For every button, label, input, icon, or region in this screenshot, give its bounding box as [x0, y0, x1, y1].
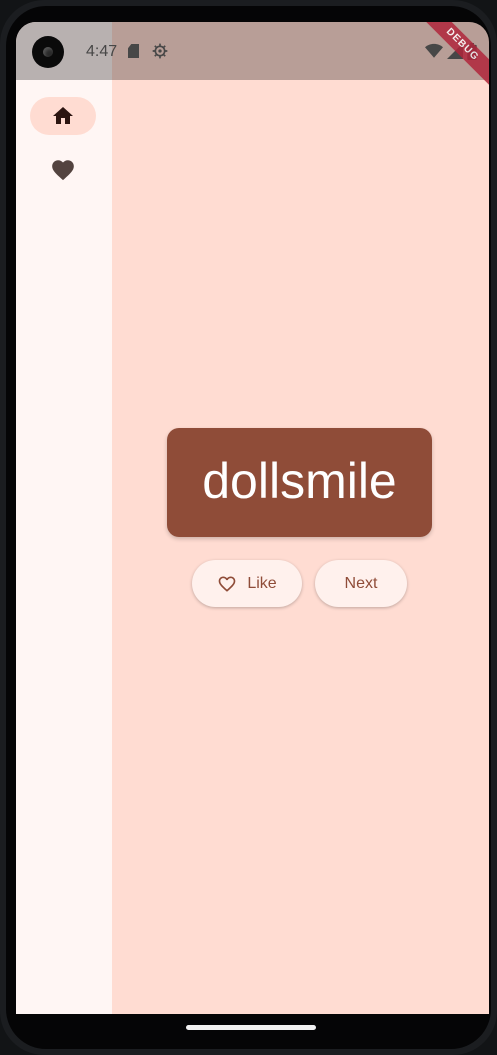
- home-gesture-bar[interactable]: [186, 1025, 316, 1030]
- word-pair-text: dollsmile: [202, 452, 397, 509]
- next-button[interactable]: Next: [315, 560, 407, 607]
- like-button-label: Like: [247, 574, 277, 592]
- word-pair-card: dollsmile: [167, 428, 432, 537]
- sd-card-icon: [128, 44, 139, 58]
- phone-frame: 4:47 DEBUG dollsmile Like Next: [0, 0, 497, 1055]
- wifi-icon: [425, 43, 443, 58]
- home-icon: [53, 107, 73, 124]
- status-bar: 4:47: [16, 22, 489, 80]
- status-time: 4:47: [86, 43, 118, 60]
- front-camera: [32, 36, 64, 68]
- like-button[interactable]: Like: [192, 560, 302, 607]
- nav-item-home[interactable]: [30, 97, 96, 135]
- app-screen: 4:47 DEBUG dollsmile Like Next: [16, 22, 489, 1014]
- heart-outline-icon: [218, 576, 236, 592]
- next-button-label: Next: [344, 574, 378, 592]
- settings-icon: [152, 43, 168, 59]
- nav-item-favorites[interactable]: [30, 151, 96, 189]
- heart-icon: [52, 160, 74, 181]
- navigation-rail: [16, 22, 112, 1014]
